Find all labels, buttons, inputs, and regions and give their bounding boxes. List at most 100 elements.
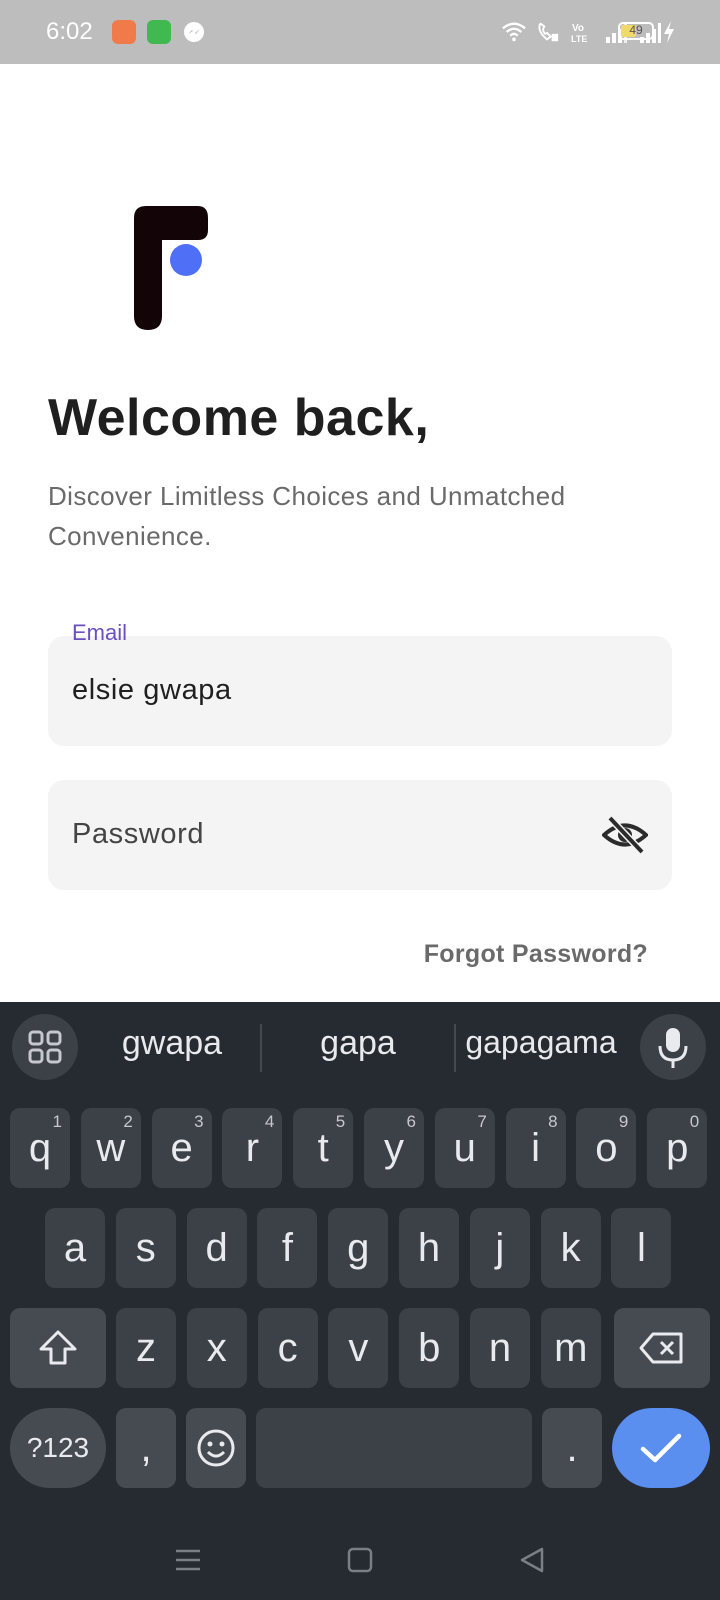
suggestion-item[interactable]: gapagama — [460, 1024, 622, 1061]
key-label: a — [63, 1225, 87, 1270]
email-value: elsie gwapa — [72, 674, 232, 706]
key-label: z — [136, 1325, 156, 1370]
suggestion-item[interactable]: gapa — [270, 1024, 446, 1063]
key-hint: 9 — [618, 1112, 629, 1131]
period-key[interactable]: . — [542, 1408, 602, 1488]
home-nav-icon[interactable] — [346, 1546, 374, 1579]
key-n[interactable]: n — [470, 1308, 530, 1388]
svg-text:Vo: Vo — [572, 23, 584, 34]
backspace-icon — [639, 1332, 683, 1364]
key-w[interactable]: w2 — [80, 1108, 141, 1188]
grid-icon[interactable] — [12, 1014, 78, 1080]
backspace-key[interactable] — [614, 1308, 710, 1388]
key-c[interactable]: c — [257, 1308, 318, 1388]
key-m[interactable]: m — [540, 1308, 601, 1388]
key-label: w — [96, 1125, 126, 1170]
brand-logo-icon — [132, 206, 212, 330]
back-nav-icon[interactable] — [518, 1546, 546, 1579]
key-label: d — [205, 1225, 228, 1270]
comma-key[interactable]: , — [116, 1408, 176, 1488]
page-subtitle: Discover Limitless Choices and Unmatched… — [48, 481, 566, 551]
key-hint: 4 — [264, 1112, 275, 1131]
volte-icon: Vo LTE — [570, 20, 594, 44]
key-x[interactable]: x — [186, 1308, 247, 1388]
key-label: e — [170, 1125, 193, 1170]
key-label: q — [28, 1125, 52, 1170]
key-u[interactable]: u7 — [434, 1108, 495, 1188]
key-s[interactable]: s — [115, 1208, 176, 1288]
battery-icon: 49 — [618, 22, 654, 40]
shift-key[interactable] — [10, 1308, 106, 1388]
key-l[interactable]: l — [611, 1208, 672, 1288]
email-field[interactable]: elsie gwapa — [48, 636, 672, 746]
menu-nav-icon[interactable] — [174, 1546, 202, 1579]
charging-icon — [662, 20, 676, 49]
password-placeholder: Password — [72, 818, 205, 850]
key-label: r — [245, 1125, 260, 1170]
key-hint: 8 — [548, 1112, 558, 1131]
key-label: n — [488, 1325, 512, 1370]
emoji-icon — [197, 1429, 235, 1467]
email-label: Email — [72, 620, 128, 645]
key-label: m — [554, 1325, 588, 1370]
key-k[interactable]: k — [540, 1208, 601, 1288]
key-label: k — [560, 1225, 581, 1270]
status-bar: 6:02 Vo LTE 49 — [0, 0, 720, 64]
key-label: l — [636, 1225, 646, 1270]
key-t[interactable]: t5 — [293, 1108, 354, 1188]
key-hint: 2 — [123, 1112, 133, 1131]
key-hint: 7 — [477, 1112, 487, 1131]
key-hint: 6 — [406, 1112, 416, 1131]
key-label: o — [595, 1125, 618, 1170]
suggestion-item[interactable]: gwapa — [96, 1024, 248, 1063]
key-a[interactable]: a — [45, 1208, 105, 1288]
key-e[interactable]: e3 — [151, 1108, 212, 1188]
page-title: Welcome back, — [48, 389, 430, 447]
key-f[interactable]: f — [257, 1208, 318, 1288]
key-label: t — [317, 1125, 329, 1170]
key-p[interactable]: p0 — [647, 1108, 708, 1188]
wifi-call-icon — [536, 20, 560, 44]
status-time: 6:02 — [46, 18, 93, 45]
suggestion-divider — [260, 1024, 262, 1072]
mic-icon[interactable] — [640, 1014, 706, 1080]
key-hint: 3 — [194, 1112, 204, 1131]
key-d[interactable]: d — [186, 1208, 247, 1288]
key-j[interactable]: j — [469, 1208, 530, 1288]
eye-off-icon[interactable] — [601, 814, 649, 856]
symbols-key[interactable]: ?123 — [10, 1408, 106, 1488]
suggestion-bar: gwapa gapa gapagama — [0, 1002, 720, 1092]
messenger-icon — [182, 20, 206, 44]
key-i[interactable]: i8 — [505, 1108, 566, 1188]
emoji-key[interactable] — [186, 1408, 246, 1488]
key-hint: 0 — [689, 1112, 700, 1131]
key-label: s — [135, 1225, 156, 1270]
key-label: c — [277, 1325, 298, 1370]
key-o[interactable]: o9 — [576, 1108, 637, 1188]
forgot-password-link[interactable]: Forgot Password? — [424, 940, 648, 969]
key-r[interactable]: r4 — [222, 1108, 283, 1188]
password-field[interactable]: Password — [48, 780, 672, 890]
key-label: h — [417, 1225, 441, 1270]
key-v[interactable]: v — [328, 1308, 389, 1388]
key-label: x — [206, 1325, 227, 1370]
key-label: i — [531, 1125, 541, 1170]
key-y[interactable]: y6 — [364, 1108, 424, 1188]
game-app-icon — [112, 20, 136, 44]
key-label: f — [281, 1225, 293, 1270]
svg-text:LTE: LTE — [571, 34, 587, 44]
key-z[interactable]: z — [116, 1308, 176, 1388]
key-q[interactable]: q1 — [10, 1108, 70, 1188]
enter-key[interactable] — [612, 1408, 710, 1488]
key-hint: 5 — [335, 1112, 346, 1131]
key-g[interactable]: g — [328, 1208, 389, 1288]
space-key[interactable] — [256, 1408, 532, 1488]
key-label: p — [666, 1125, 689, 1170]
key-b[interactable]: b — [399, 1308, 460, 1388]
suggestion-divider — [454, 1024, 456, 1072]
key-label: y — [384, 1125, 404, 1170]
key-h[interactable]: h — [399, 1208, 459, 1288]
key-hint: 1 — [52, 1112, 62, 1131]
key-label: v — [348, 1325, 369, 1370]
key-label: j — [495, 1225, 505, 1270]
